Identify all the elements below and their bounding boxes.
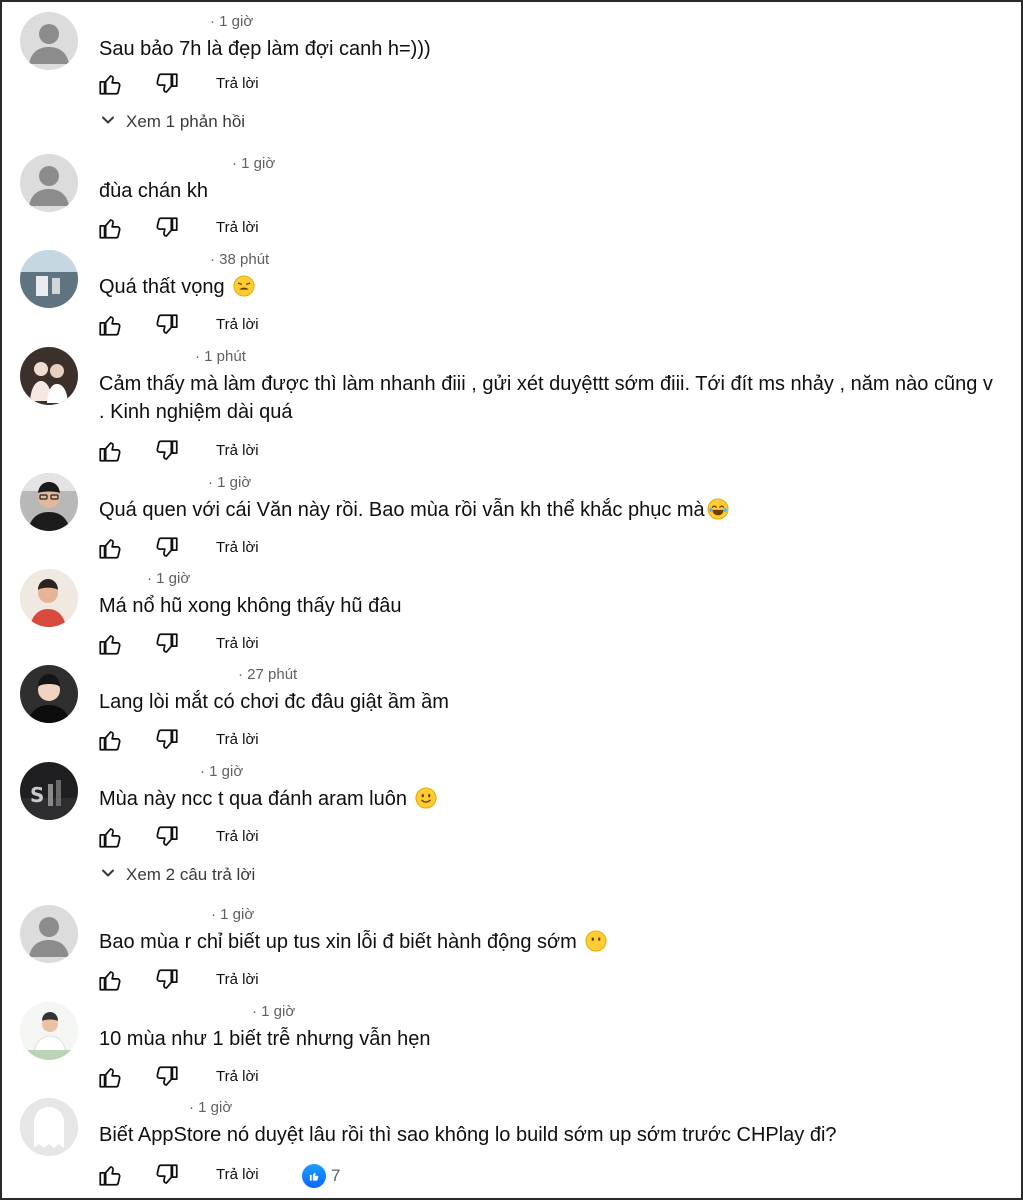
comment-text-content: Cảm thấy mà làm được thì làm nhanh điii … xyxy=(99,373,993,423)
comment-text-content: Quá thất vọng xyxy=(99,276,225,298)
comment-text: Quá thất vọng xyxy=(99,273,999,301)
comment-timestamp: · 1 giờ xyxy=(200,763,244,780)
view-replies-button[interactable]: Xem 1 phản hồi xyxy=(100,108,245,136)
comment-timestamp: · 1 phút xyxy=(195,348,246,365)
comment-text: Lang lòi mắt có chơi đc đâu giật ầm ầm xyxy=(99,688,999,716)
comment-text-content: Sau bảo 7h là đẹp làm đợi canh h=))) xyxy=(99,38,431,60)
comment-text-content: đùa chán kh xyxy=(99,180,208,202)
avatar[interactable] xyxy=(20,665,78,723)
comment-item: · 1 giờ Bao mùa r chỉ biết up tus xin lỗi… xyxy=(0,893,1023,993)
avatar[interactable] xyxy=(20,905,78,963)
comment-timestamp: · 1 giờ xyxy=(208,474,252,491)
comment-text-content: Má nổ hũ xong không thấy hũ đâu xyxy=(99,595,402,617)
chevron-down-icon xyxy=(100,865,126,886)
comment-text: Bao mùa r chỉ biết up tus xin lỗi đ biết… xyxy=(99,928,999,956)
reply-button[interactable]: Trả lời xyxy=(216,75,259,92)
comment-timestamp: · 1 giờ xyxy=(252,1003,296,1020)
comment-item: S · 1 giờ Mùa này ncc t qua đánh aram luôn… xyxy=(0,750,1023,850)
comment-item: · 38 phút Quá thất vọng Trả lời xyxy=(0,238,1023,338)
like-reaction-icon xyxy=(302,1164,326,1188)
dislike-button[interactable] xyxy=(154,1162,182,1190)
no-mouth-emoji xyxy=(585,930,607,952)
reply-button[interactable]: Trả lời xyxy=(216,316,259,333)
avatar[interactable] xyxy=(20,569,78,627)
comment-text: Mùa này ncc t qua đánh aram luôn xyxy=(99,785,999,813)
comment-text-content: Quá quen với cái Văn này rồi. Bao mùa rồ… xyxy=(99,499,705,521)
reply-button[interactable]: Trả lời xyxy=(216,1166,259,1183)
thumbs-up-icon xyxy=(97,71,125,97)
reply-button[interactable]: Trả lời xyxy=(216,828,259,845)
avatar[interactable] xyxy=(20,12,78,70)
comment-timestamp: · 1 giờ xyxy=(232,155,276,172)
comment-timestamp: · 1 giờ xyxy=(147,570,191,587)
comment-item: · 1 giờ Biết AppStore nó duyệt lâu rồi th… xyxy=(0,1086,1023,1188)
reply-button[interactable]: Trả lời xyxy=(216,1068,259,1085)
slightly-smiling-emoji xyxy=(415,787,437,809)
comment-item: · 27 phút Lang lòi mắt có chơi đc đâu giậ… xyxy=(0,653,1023,753)
view-replies-button[interactable]: Xem 2 câu trả lời xyxy=(100,861,255,889)
dislike-button[interactable] xyxy=(154,71,182,99)
svg-text:S: S xyxy=(30,783,44,807)
dislike-button[interactable] xyxy=(154,824,182,852)
like-count: 7 xyxy=(331,1166,341,1185)
comment-item: · 1 giờ Sau bảo 7h là đẹp làm đợi canh h=… xyxy=(0,0,1023,100)
comment-text: 10 mùa như 1 biết trễ nhưng vẫn hẹn xyxy=(99,1025,999,1053)
comment-text: Sau bảo 7h là đẹp làm đợi canh h=))) xyxy=(99,35,999,63)
like-button[interactable] xyxy=(97,1162,125,1190)
view-replies-label: Xem 2 câu trả lời xyxy=(126,865,256,884)
comment-timestamp: · 1 giờ xyxy=(210,13,254,30)
comment-item: · 1 giờ 10 mùa như 1 biết trễ nhưng vẫn h… xyxy=(0,990,1023,1090)
reply-button[interactable]: Trả lời xyxy=(216,971,259,988)
avatar[interactable] xyxy=(20,347,78,405)
comment-timestamp: · 27 phút xyxy=(238,666,298,683)
comment-timestamp: · 1 giờ xyxy=(211,906,255,923)
comment-text-content: Bao mùa r chỉ biết up tus xin lỗi đ biết… xyxy=(99,931,577,953)
tears-of-joy-emoji xyxy=(707,498,729,520)
avatar[interactable]: S xyxy=(20,762,78,820)
avatar[interactable] xyxy=(20,154,78,212)
comment-timestamp: · 1 giờ xyxy=(189,1099,233,1116)
reply-button[interactable]: Trả lời xyxy=(216,442,259,459)
comment-item: · 1 phút Cảm thấy mà làm được thì làm nha… xyxy=(0,335,1023,462)
comment-text-content: 10 mùa như 1 biết trễ nhưng vẫn hẹn xyxy=(99,1028,431,1050)
thumbs-down-icon xyxy=(154,1162,182,1188)
comment-item: · 1 giờ Má nổ hũ xong không thấy hũ đâu Tr… xyxy=(0,557,1023,657)
comment-item: · 1 giờ Quá quen với cái Văn này rồi. Bao… xyxy=(0,461,1023,561)
like-summary[interactable]: 7 xyxy=(302,1162,340,1190)
comment-text: đùa chán kh xyxy=(99,177,999,205)
like-button[interactable] xyxy=(97,824,125,852)
thumbs-up-icon xyxy=(97,824,125,850)
like-button[interactable] xyxy=(97,71,125,99)
comment-text-content: Mùa này ncc t qua đánh aram luôn xyxy=(99,788,407,810)
avatar[interactable] xyxy=(20,250,78,308)
thumbs-down-icon xyxy=(154,71,182,97)
weary-face-emoji xyxy=(233,275,255,297)
comment-text: Quá quen với cái Văn này rồi. Bao mùa rồ… xyxy=(99,496,999,524)
chevron-down-icon xyxy=(100,112,126,133)
comment-text-content: Biết AppStore nó duyệt lâu rồi thì sao k… xyxy=(99,1124,837,1146)
reply-button[interactable]: Trả lời xyxy=(216,539,259,556)
reply-button[interactable]: Trả lời xyxy=(216,219,259,236)
comment-text: Cảm thấy mà làm được thì làm nhanh điii … xyxy=(99,370,999,426)
comment-item: · 1 giờ đùa chán kh Trả lời xyxy=(0,142,1023,242)
avatar[interactable] xyxy=(20,1098,78,1156)
thumbs-down-icon xyxy=(154,824,182,850)
view-replies-label: Xem 1 phản hồi xyxy=(126,112,246,131)
reply-button[interactable]: Trả lời xyxy=(216,731,259,748)
comment-text: Biết AppStore nó duyệt lâu rồi thì sao k… xyxy=(99,1121,999,1149)
comment-timestamp: · 38 phút xyxy=(210,251,270,268)
comment-text: Má nổ hũ xong không thấy hũ đâu xyxy=(99,592,999,620)
reply-button[interactable]: Trả lời xyxy=(216,635,259,652)
comment-text-content: Lang lòi mắt có chơi đc đâu giật ầm ầm xyxy=(99,691,449,713)
thumbs-up-icon xyxy=(97,1162,125,1188)
avatar[interactable] xyxy=(20,1002,78,1060)
avatar[interactable] xyxy=(20,473,78,531)
